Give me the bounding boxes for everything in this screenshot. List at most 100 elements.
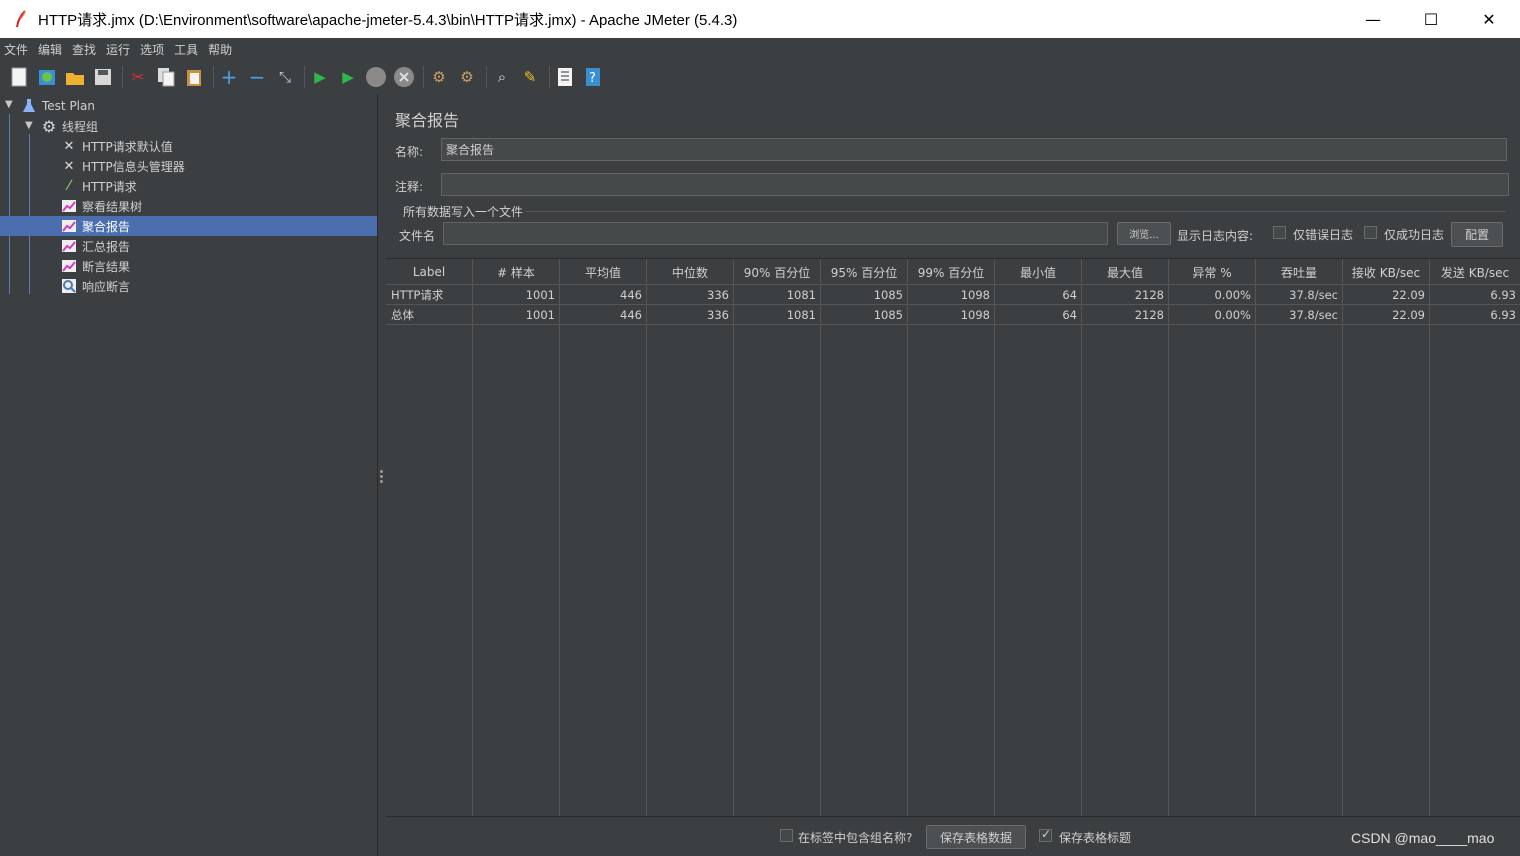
grip-dot — [380, 475, 383, 478]
chevron-down-icon[interactable]: ▼ — [5, 99, 13, 110]
menu-search[interactable]: 查找 — [72, 41, 96, 58]
tree-node-header-manager[interactable]: ✕ HTTP信息头管理器 — [60, 156, 185, 176]
results-table: Label # 样本 平均值 中位数 90% 百分位 95% 百分位 99% 百… — [386, 258, 1520, 816]
column-header[interactable]: 最小值 — [995, 259, 1082, 285]
column-header[interactable]: 90% 百分位 — [734, 259, 821, 285]
tree-node-test-plan[interactable]: Test Plan — [20, 96, 95, 116]
shutdown-icon[interactable] — [393, 66, 415, 88]
tree-node-label: 察看结果树 — [82, 199, 143, 214]
errors-only-checkbox[interactable] — [1273, 226, 1286, 239]
close-button[interactable]: ✕ — [1460, 0, 1518, 38]
save-icon[interactable] — [92, 66, 114, 88]
chevron-down-icon[interactable]: ▼ — [25, 120, 33, 131]
filename-label: 文件名 — [399, 229, 436, 243]
title-bar: HTTP请求.jmx (D:\Environment\software\apac… — [0, 0, 1520, 38]
toolbar-separator — [213, 66, 214, 88]
maximize-button[interactable]: ☐ — [1402, 0, 1460, 38]
gear-icon: ⚙ — [41, 116, 57, 136]
name-field-value: 聚合报告 — [446, 143, 495, 157]
column-header[interactable]: 最大值 — [1082, 259, 1169, 285]
table-row[interactable]: HTTP请求 1001 446 336 1081 1085 1098 64 21… — [386, 285, 1520, 305]
toolbar: ✂ + − ⤡ ▶ ▶ ⚙ ⚙ ⌕ ✎ ? — [0, 60, 1520, 94]
menu-edit[interactable]: 编辑 — [38, 41, 62, 58]
minimize-button[interactable]: — — [1344, 0, 1402, 38]
panel-title: 聚合报告 — [395, 111, 460, 130]
watermark: CSDN @mao____mao — [1351, 830, 1495, 846]
search-icon[interactable]: ⌕ — [491, 66, 513, 88]
column-divider — [1081, 285, 1082, 816]
cut-icon[interactable]: ✂ — [127, 66, 149, 88]
menu-file[interactable]: 文件 — [4, 41, 28, 58]
svg-text:?: ? — [589, 71, 596, 86]
help-icon[interactable]: ? — [582, 66, 604, 88]
menu-help[interactable]: 帮助 — [208, 41, 232, 58]
table-cell: 总体 — [386, 305, 473, 325]
table-cell: 1098 — [908, 285, 995, 305]
aggregate-report-panel: 聚合报告 名称: 聚合报告 注释: 所有数据写入一个文件 文件名 浏览... 显… — [386, 94, 1520, 856]
table-cell: 1085 — [821, 305, 908, 325]
menu-tools[interactable]: 工具 — [174, 41, 198, 58]
browse-button[interactable]: 浏览... — [1117, 222, 1171, 245]
table-cell: 2128 — [1082, 285, 1169, 305]
column-header[interactable]: 异常 % — [1169, 259, 1256, 285]
tree-node-aggregate-report[interactable]: 聚合报告 — [0, 216, 377, 236]
column-header[interactable]: Label — [386, 259, 473, 285]
table-cell: HTTP请求 — [386, 285, 473, 305]
split-pane-divider[interactable] — [377, 94, 386, 856]
tree-node-label: HTTP请求 — [82, 179, 137, 194]
wrench-icon: ✕ — [63, 138, 75, 154]
copy-icon[interactable] — [155, 66, 177, 88]
start-icon[interactable]: ▶ — [309, 66, 331, 88]
save-table-data-button[interactable]: 保存表格数据 — [926, 825, 1026, 849]
name-label: 名称: — [395, 145, 424, 159]
clear-all-icon[interactable]: ⚙ — [456, 66, 478, 88]
tree-node-results-tree[interactable]: 察看结果树 — [60, 196, 142, 216]
grip-dot — [380, 470, 383, 473]
toolbar-separator — [549, 66, 550, 88]
open-icon[interactable] — [64, 66, 86, 88]
table-cell: 64 — [995, 285, 1082, 305]
menu-run[interactable]: 运行 — [106, 41, 130, 58]
paste-icon[interactable] — [183, 66, 205, 88]
clear-icon[interactable]: ⚙ — [428, 66, 450, 88]
jmeter-feather-icon — [12, 9, 30, 29]
comment-field[interactable] — [441, 173, 1509, 196]
success-only-checkbox[interactable] — [1364, 226, 1377, 239]
start-no-pauses-icon[interactable]: ▶ — [337, 66, 359, 88]
column-header[interactable]: 99% 百分位 — [908, 259, 995, 285]
new-icon[interactable] — [8, 66, 30, 88]
column-header[interactable]: 平均值 — [560, 259, 647, 285]
success-only-label: 仅成功日志 — [1384, 228, 1445, 242]
tree-connector — [29, 134, 30, 294]
column-header[interactable]: # 样本 — [473, 259, 560, 285]
tree-node-assertion-results[interactable]: 断言结果 — [60, 256, 130, 276]
tree-node-thread-group[interactable]: ⚙ 线程组 — [40, 116, 98, 136]
column-divider — [1429, 285, 1430, 816]
table-cell: 22.09 — [1343, 305, 1430, 325]
column-header[interactable]: 中位数 — [647, 259, 734, 285]
function-helper-icon[interactable] — [554, 66, 576, 88]
save-table-header-checkbox[interactable] — [1039, 827, 1052, 842]
templates-icon[interactable] — [36, 66, 58, 88]
column-header[interactable]: 接收 KB/sec — [1343, 259, 1430, 285]
column-header[interactable]: 吞吐量 — [1256, 259, 1343, 285]
table-row[interactable]: 总体 1001 446 336 1081 1085 1098 64 2128 0… — [386, 305, 1520, 325]
configure-button[interactable]: 配置 — [1451, 222, 1503, 247]
group-border — [526, 211, 1506, 212]
toggle-icon[interactable]: ⤡ — [274, 66, 296, 88]
expand-icon[interactable]: + — [218, 66, 240, 88]
name-field[interactable]: 聚合报告 — [441, 138, 1507, 161]
column-header[interactable]: 95% 百分位 — [821, 259, 908, 285]
filename-field[interactable] — [443, 222, 1108, 245]
tree-node-response-assertion[interactable]: 响应断言 — [60, 276, 130, 296]
tree-node-http-request[interactable]: ⁄ HTTP请求 — [60, 176, 137, 196]
column-divider — [820, 285, 821, 816]
stop-icon[interactable] — [365, 66, 387, 88]
column-header[interactable]: 发送 KB/sec — [1430, 259, 1520, 285]
menu-options[interactable]: 选项 — [140, 41, 164, 58]
collapse-icon[interactable]: − — [246, 66, 268, 88]
tree-node-summary-report[interactable]: 汇总报告 — [60, 236, 130, 256]
reset-search-icon[interactable]: ✎ — [519, 66, 541, 88]
tree-node-http-defaults[interactable]: ✕ HTTP请求默认值 — [60, 136, 173, 156]
include-group-name-checkbox[interactable] — [780, 829, 793, 842]
